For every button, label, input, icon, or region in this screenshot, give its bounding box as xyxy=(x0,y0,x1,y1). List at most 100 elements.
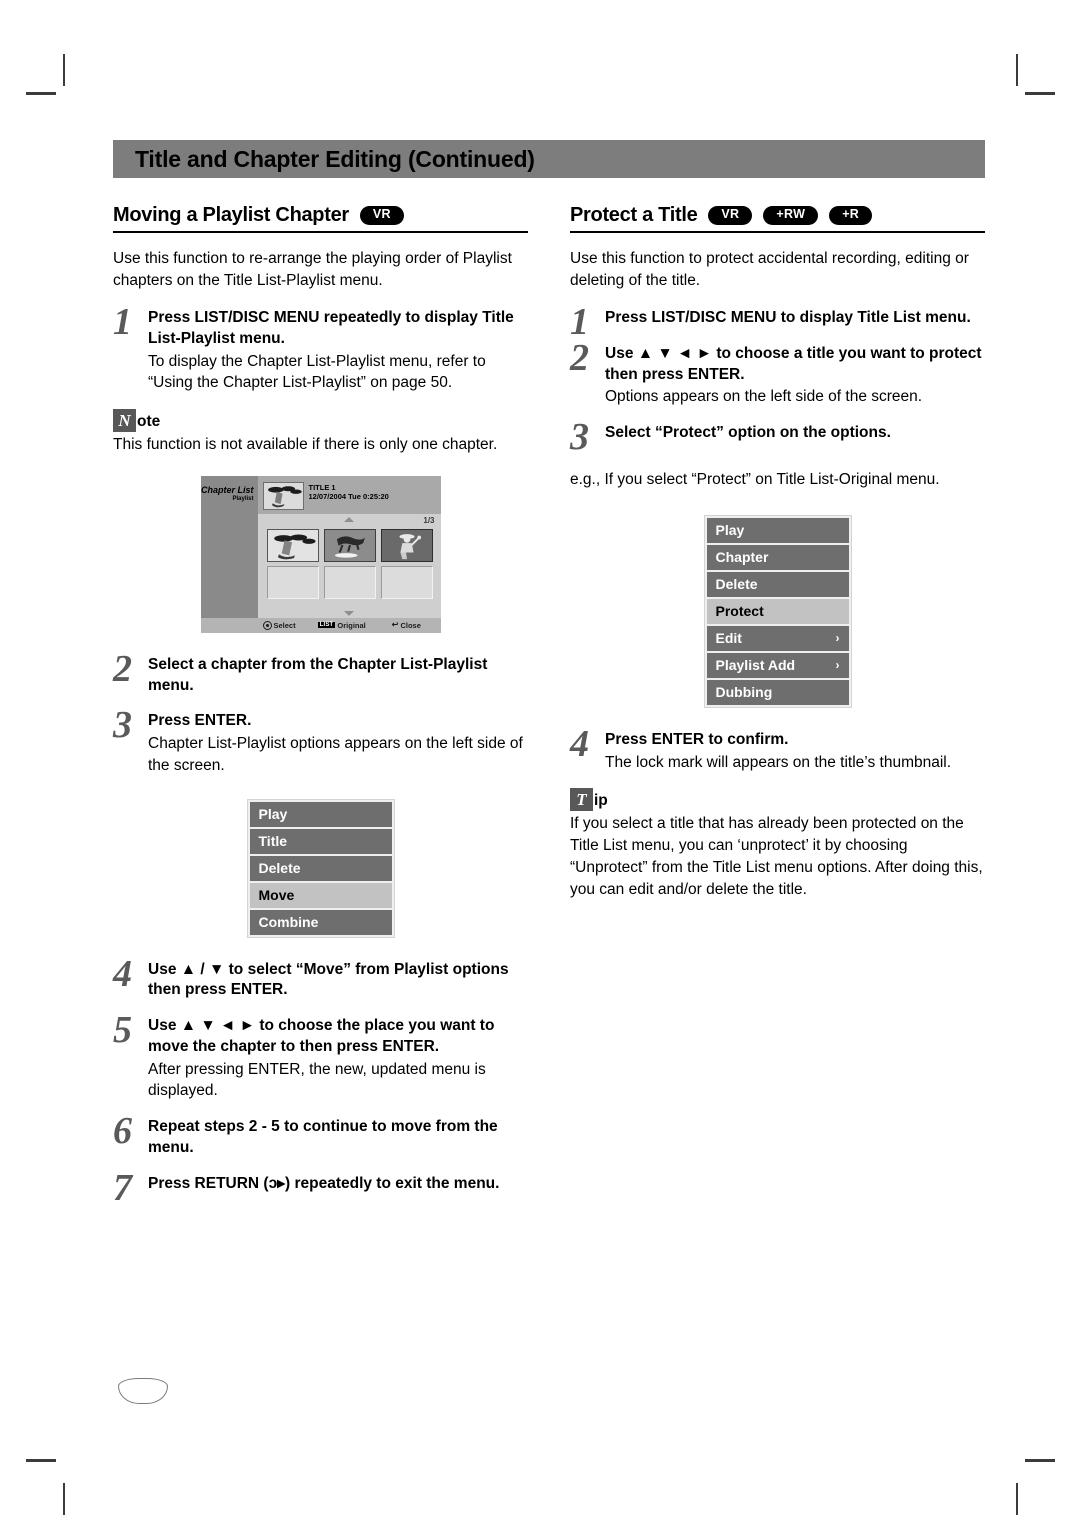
crop-mark-top-left-vertical xyxy=(63,54,65,86)
scroll-down-arrow-icon[interactable] xyxy=(344,610,354,616)
menu-item-dubbing[interactable]: Dubbing xyxy=(706,679,849,705)
step-title: Use ▲ ▼ ◄ ► to choose the place you want… xyxy=(148,1017,495,1055)
menu-item-label: Title xyxy=(258,833,288,850)
tip-label: ip xyxy=(594,792,608,810)
note-block: N ote This function is not available if … xyxy=(113,408,528,456)
screen-title-thumbnail xyxy=(262,481,304,510)
page-content: Title and Chapter Editing (Continued) Mo… xyxy=(113,140,985,1209)
crop-mark-bottom-right-horizontal xyxy=(1025,1459,1055,1462)
tip-icon: T xyxy=(570,788,593,812)
note-icon: N xyxy=(113,408,136,432)
menu-item-label: Delete xyxy=(715,576,758,593)
left-step-6: 6 Repeat steps 2 - 5 to continue to move… xyxy=(113,1112,528,1159)
footer-select-label: Select xyxy=(273,620,296,630)
left-section-rule xyxy=(113,231,528,233)
step-number: 6 xyxy=(113,1110,132,1153)
crop-mark-top-right-horizontal xyxy=(1025,92,1055,95)
screen-side-panel xyxy=(200,513,258,618)
step-number: 1 xyxy=(113,301,132,343)
chapter-thumbnail-slot-6[interactable] xyxy=(380,565,433,599)
menu-item-label: Move xyxy=(258,887,295,904)
crop-mark-bottom-left-vertical xyxy=(63,1483,65,1515)
chevron-right-icon: › xyxy=(835,658,840,673)
chapter-thumbnail-slot-4[interactable] xyxy=(266,565,319,599)
menu-item-delete[interactable]: Delete xyxy=(706,571,849,597)
right-column: Protect a Title VR +RW +R Use this funct… xyxy=(570,204,985,1209)
footer-original-action[interactable]: LIST Original xyxy=(317,621,366,630)
menu-item-chapter[interactable]: Chapter xyxy=(706,544,849,570)
step-title: Press RETURN (ɔ▸) repeatedly to exit the… xyxy=(148,1174,500,1192)
chapter-list-screenshot: Chapter List Playlist TITLE 1 12/07/2004… xyxy=(200,475,441,633)
playlist-options-menu: Play Title Delete Move Combine xyxy=(246,798,395,938)
menu-item-label: Play xyxy=(715,522,745,539)
tip-text: If you select a title that has already b… xyxy=(570,815,983,899)
chevron-right-icon: › xyxy=(835,631,840,646)
menu-item-combine[interactable]: Combine xyxy=(249,909,392,935)
menu-item-label: Play xyxy=(258,806,288,823)
screen-footer-bar: Select LIST Original ↩ Close xyxy=(200,617,441,633)
menu-item-title[interactable]: Title xyxy=(249,828,392,854)
menu-item-label: Chapter xyxy=(715,549,769,566)
screen-mode-subtitle: Playlist xyxy=(232,496,254,503)
menu-item-play[interactable]: Play xyxy=(249,801,392,827)
menu-item-play[interactable]: Play xyxy=(706,517,849,543)
screen-mode-label: Chapter List Playlist xyxy=(200,475,258,514)
chapter-thumbnail-1[interactable] xyxy=(266,528,319,562)
chapter-thumbnail-3[interactable] xyxy=(380,528,433,562)
step-subtext: Chapter List-Playlist options appears on… xyxy=(148,735,523,774)
step-subtext: The lock mark will appears on the title’… xyxy=(605,753,952,771)
footer-close-action[interactable]: ↩ Close xyxy=(392,621,421,630)
right-section-heading: Protect a Title VR +RW +R xyxy=(570,204,985,231)
crop-mark-bottom-right-vertical xyxy=(1016,1483,1018,1515)
left-intro-text: Use this function to re-arrange the play… xyxy=(113,250,512,289)
screen-title-date: 12/07/2004 Tue 0:25:20 xyxy=(308,492,389,502)
enter-key-icon xyxy=(262,620,272,630)
right-intro-text: Use this function to protect accidental … xyxy=(570,250,969,289)
page-header-bar: Title and Chapter Editing (Continued) xyxy=(113,140,985,178)
menu-item-protect[interactable]: Protect xyxy=(706,598,849,624)
step-number: 7 xyxy=(113,1166,132,1209)
menu-item-edit[interactable]: Edit › xyxy=(706,625,849,651)
disc-badge-vr: VR xyxy=(359,206,404,225)
menu-item-label: Protect xyxy=(715,603,764,620)
right-step-4: 4 Press ENTER to confirm. The lock mark … xyxy=(570,725,985,773)
left-section-title: Moving a Playlist Chapter xyxy=(113,204,349,226)
step-title: Press LIST/DISC MENU repeatedly to displ… xyxy=(148,309,514,347)
menu-item-label: Delete xyxy=(258,860,301,877)
left-step-2: 2 Select a chapter from the Chapter List… xyxy=(113,650,528,697)
step-number: 5 xyxy=(113,1009,132,1052)
menu-item-label: Dubbing xyxy=(715,684,773,701)
step-title: Press LIST/DISC MENU to display Title Li… xyxy=(605,309,971,326)
footer-select-action[interactable]: Select xyxy=(262,620,296,630)
right-section-title: Protect a Title xyxy=(570,204,698,226)
crop-mark-top-right-vertical xyxy=(1016,54,1018,86)
step-number: 4 xyxy=(113,952,132,995)
chapter-thumbnail-2[interactable] xyxy=(323,528,376,562)
left-step-5: 5 Use ▲ ▼ ◄ ► to choose the place you wa… xyxy=(113,1011,528,1102)
screen-grid-area: 1/3 xyxy=(258,514,441,618)
chapter-thumbnail-grid xyxy=(266,528,433,599)
chapter-thumbnail-slot-5[interactable] xyxy=(323,565,376,599)
menu-item-playlist-add[interactable]: Playlist Add › xyxy=(706,652,849,678)
return-key-icon: ↩ xyxy=(391,620,399,630)
left-column: Moving a Playlist Chapter VR Use this fu… xyxy=(113,204,528,1209)
left-step-3: 3 Press ENTER. Chapter List-Playlist opt… xyxy=(113,706,528,776)
disc-badge-vr: VR xyxy=(708,206,753,225)
person-figure-icon xyxy=(398,534,421,560)
scroll-up-arrow-icon[interactable] xyxy=(344,516,354,522)
step-number: 3 xyxy=(570,415,589,458)
menu-item-move[interactable]: Move xyxy=(249,882,392,908)
step-title: Select “Protect” option on the options. xyxy=(605,423,891,441)
note-heading: N ote xyxy=(113,408,528,432)
menu-item-delete[interactable]: Delete xyxy=(249,855,392,881)
horse-jump-icon xyxy=(334,536,365,558)
step-number: 1 xyxy=(570,301,589,343)
two-column-layout: Moving a Playlist Chapter VR Use this fu… xyxy=(113,204,985,1209)
screen-body: 1/3 xyxy=(200,513,441,618)
list-key-icon: LIST xyxy=(317,622,336,629)
step-subtext: After pressing ENTER, the new, updated m… xyxy=(148,1060,486,1100)
step-title: Use ▲ ▼ ◄ ► to choose a title you want t… xyxy=(605,344,982,383)
step-title: Select a chapter from the Chapter List-P… xyxy=(148,655,488,694)
crop-mark-bottom-left-horizontal xyxy=(26,1459,56,1462)
note-label: ote xyxy=(137,412,161,430)
